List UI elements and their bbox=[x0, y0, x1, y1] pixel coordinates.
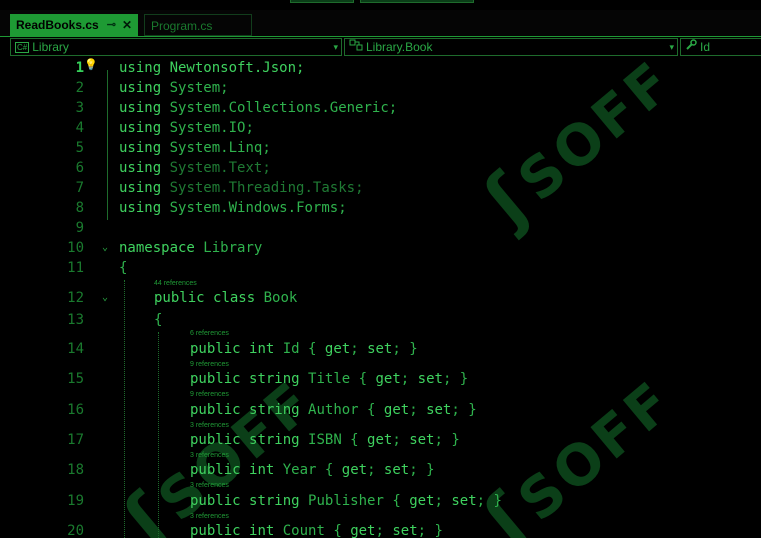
code-text: using Newtonsoft.Json; bbox=[119, 60, 305, 76]
codelens-references[interactable]: 3 references bbox=[190, 421, 229, 430]
class-icon bbox=[349, 39, 363, 57]
code-text: public string Author { get; set; } bbox=[190, 402, 477, 418]
line-number: 16 bbox=[67, 402, 84, 418]
line-number: 9 bbox=[75, 220, 84, 236]
codelens-references[interactable]: 3 references bbox=[190, 481, 229, 490]
line-number: 18 bbox=[67, 462, 84, 478]
code-line: 18 public int Year { get; set; } bbox=[0, 460, 761, 480]
line-number: 13 bbox=[67, 312, 84, 328]
codelens-references[interactable]: 3 references bbox=[190, 451, 229, 460]
code-text: namespace Library bbox=[119, 240, 263, 256]
code-line: 1 💡 using Newtonsoft.Json; bbox=[0, 58, 761, 78]
codelens-references[interactable]: 44 references bbox=[154, 279, 197, 288]
code-line: 16 public string Author { get; set; } bbox=[0, 400, 761, 420]
line-number: 8 bbox=[75, 200, 84, 216]
code-line: 2 using System; bbox=[0, 78, 761, 98]
csharp-file-icon: C# bbox=[15, 42, 30, 53]
wrench-icon bbox=[685, 39, 697, 57]
fold-chevron-icon[interactable]: ⌄ bbox=[102, 288, 108, 308]
codelens-references[interactable]: 9 references bbox=[190, 390, 229, 399]
tab-program[interactable]: Program.cs bbox=[144, 14, 252, 36]
lightbulb-icon[interactable]: 💡 bbox=[84, 58, 98, 72]
line-number: 12 bbox=[67, 290, 84, 306]
code-text: public string ISBN { get; set; } bbox=[190, 432, 460, 448]
line-number: 11 bbox=[67, 260, 84, 276]
code-line: 19 public string Publisher { get; set; } bbox=[0, 491, 761, 511]
title-strip bbox=[0, 0, 761, 10]
code-text: public string Publisher { get; set; } bbox=[190, 493, 502, 509]
tab-label: ReadBooks.cs bbox=[16, 18, 99, 32]
member-label: Id bbox=[700, 40, 711, 54]
line-number: 1 bbox=[75, 60, 84, 76]
line-number: 4 bbox=[75, 120, 84, 136]
line-number: 2 bbox=[75, 80, 84, 96]
line-number: 15 bbox=[67, 371, 84, 387]
code-line: 8 using System.Windows.Forms; bbox=[0, 198, 761, 218]
code-text: using System.Collections.Generic; bbox=[119, 100, 398, 116]
code-text: using System.Text; bbox=[119, 160, 271, 176]
code-text: public int Year { get; set; } bbox=[190, 462, 435, 478]
code-editor[interactable]: ʃSOFF ʃSOFF ʃSOFF 1 💡 using Newtonsoft.J… bbox=[0, 58, 761, 538]
code-text: public string Title { get; set; } bbox=[190, 371, 469, 387]
line-number: 19 bbox=[67, 493, 84, 509]
line-number: 5 bbox=[75, 140, 84, 156]
code-text: using System.IO; bbox=[119, 120, 254, 136]
line-number: 20 bbox=[67, 523, 84, 538]
code-text: public int Count { get; set; } bbox=[190, 523, 443, 538]
code-line: 12 ⌄ public class Book bbox=[0, 288, 761, 308]
code-text: { bbox=[154, 312, 163, 328]
code-line: 10 ⌄ namespace Library bbox=[0, 238, 761, 258]
type-dropdown[interactable]: Library.Book ▾ bbox=[344, 38, 678, 56]
line-number: 14 bbox=[67, 341, 84, 357]
code-line: 13 { bbox=[0, 310, 761, 330]
chevron-down-icon: ▾ bbox=[669, 42, 674, 52]
code-text: using System; bbox=[119, 80, 229, 96]
type-label: Library.Book bbox=[366, 40, 433, 54]
code-text: using System.Windows.Forms; bbox=[119, 200, 347, 216]
line-number: 10 bbox=[67, 240, 84, 256]
toolbar-button-b[interactable] bbox=[360, 0, 474, 3]
navigation-bar: C# Library ▾ Library.Book ▾ Id bbox=[0, 37, 761, 58]
line-number: 7 bbox=[75, 180, 84, 196]
close-icon[interactable]: ✕ bbox=[122, 14, 132, 36]
project-dropdown[interactable]: C# Library ▾ bbox=[10, 38, 342, 56]
code-line: 3 using System.Collections.Generic; bbox=[0, 98, 761, 118]
member-dropdown[interactable]: Id bbox=[680, 38, 761, 56]
code-line: 4 using System.IO; bbox=[0, 118, 761, 138]
fold-chevron-icon[interactable]: ⌄ bbox=[102, 238, 108, 258]
codelens-references[interactable]: 9 references bbox=[190, 360, 229, 369]
toolbar-button-a[interactable] bbox=[290, 0, 354, 3]
tab-label: Program.cs bbox=[151, 19, 213, 33]
tab-readbooks[interactable]: ReadBooks.cs ⊸ ✕ bbox=[10, 14, 138, 36]
code-line: 15 public string Title { get; set; } bbox=[0, 369, 761, 389]
code-text: using System.Linq; bbox=[119, 140, 271, 156]
pin-icon[interactable]: ⊸ bbox=[107, 14, 116, 36]
code-line: 11 { bbox=[0, 258, 761, 278]
code-line: 5 using System.Linq; bbox=[0, 138, 761, 158]
code-text: public int Id { get; set; } bbox=[190, 341, 418, 357]
document-tab-bar: ReadBooks.cs ⊸ ✕ Program.cs bbox=[0, 10, 761, 38]
line-number: 17 bbox=[67, 432, 84, 448]
code-line: 17 public string ISBN { get; set; } bbox=[0, 430, 761, 450]
line-number: 6 bbox=[75, 160, 84, 176]
code-line: 7 using System.Threading.Tasks; bbox=[0, 178, 761, 198]
code-line: 14 public int Id { get; set; } bbox=[0, 339, 761, 359]
code-text: public class Book bbox=[154, 290, 298, 306]
code-line: 20 public int Count { get; set; } bbox=[0, 521, 761, 538]
project-label: Library bbox=[32, 40, 69, 54]
code-text: { bbox=[119, 260, 128, 276]
chevron-down-icon: ▾ bbox=[333, 42, 338, 52]
line-number: 3 bbox=[75, 100, 84, 116]
code-text: using System.Threading.Tasks; bbox=[119, 180, 364, 196]
code-line: 6 using System.Text; bbox=[0, 158, 761, 178]
code-line: 9 bbox=[0, 218, 761, 238]
codelens-references[interactable]: 3 references bbox=[190, 512, 229, 521]
codelens-references[interactable]: 6 references bbox=[190, 329, 229, 338]
